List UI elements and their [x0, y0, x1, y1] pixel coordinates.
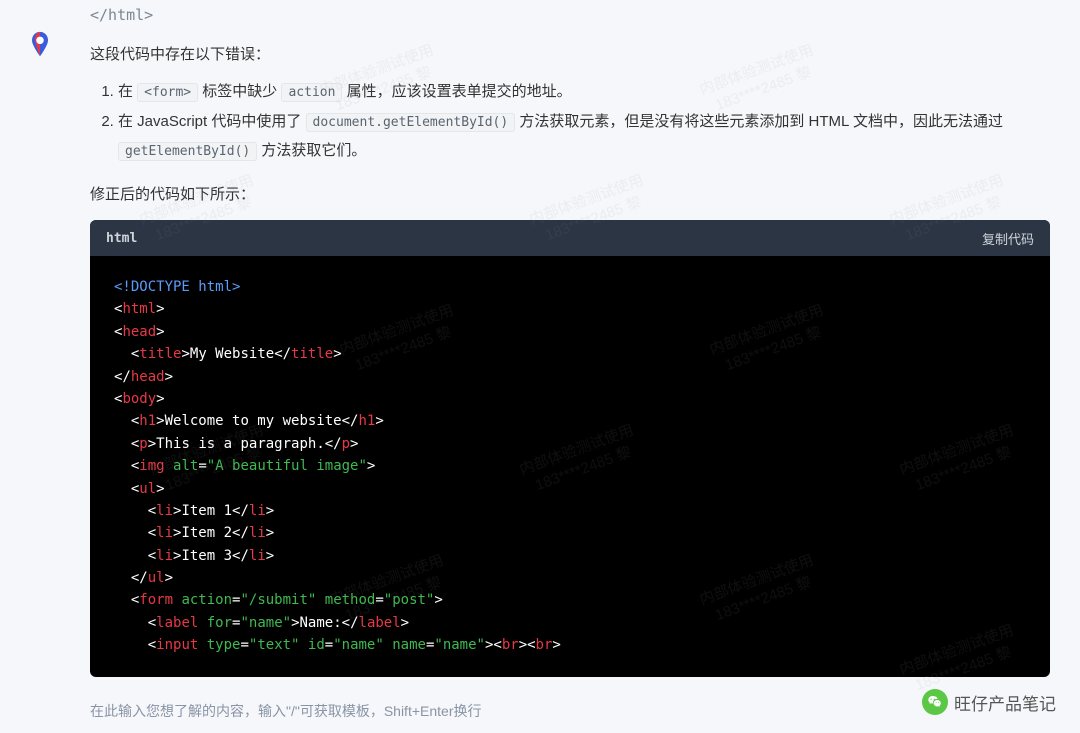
code-language-label: html — [106, 231, 137, 246]
inline-code: document.getElementById() — [306, 113, 516, 132]
code-header: html 复制代码 — [90, 220, 1050, 256]
wechat-account-name: 旺仔产品笔记 — [954, 690, 1056, 715]
error-item-2: 在 JavaScript 代码中使用了 document.getElementB… — [118, 108, 1050, 165]
corrected-code-label: 修正后的代码如下所示： — [90, 183, 1050, 204]
chat-input-placeholder[interactable]: 在此输入您想了解的内容，输入"/"可获取模板，Shift+Enter换行 — [90, 693, 1050, 729]
previous-code-fragment: </html> — [90, 0, 1050, 42]
error-item-1: 在 <form> 标签中缺少 action 属性，应该设置表单提交的地址。 — [118, 78, 1050, 107]
wechat-attribution: 旺仔产品笔记 — [922, 689, 1056, 715]
code-content[interactable]: <!DOCTYPE html> <html> <head> <title>My … — [90, 256, 1050, 677]
inline-code: getElementById() — [118, 142, 257, 161]
code-block: html 复制代码 <!DOCTYPE html> <html> <head> … — [90, 220, 1050, 677]
inline-code: <form> — [137, 83, 198, 102]
wechat-icon — [922, 689, 948, 715]
inline-code: action — [281, 83, 342, 102]
sidebar — [0, 0, 80, 733]
intro-text: 这段代码中存在以下错误： — [90, 42, 1050, 68]
copy-code-button[interactable]: 复制代码 — [982, 229, 1034, 248]
app-logo-icon — [25, 30, 55, 60]
error-list: 在 <form> 标签中缺少 action 属性，应该设置表单提交的地址。 在 … — [90, 78, 1050, 166]
